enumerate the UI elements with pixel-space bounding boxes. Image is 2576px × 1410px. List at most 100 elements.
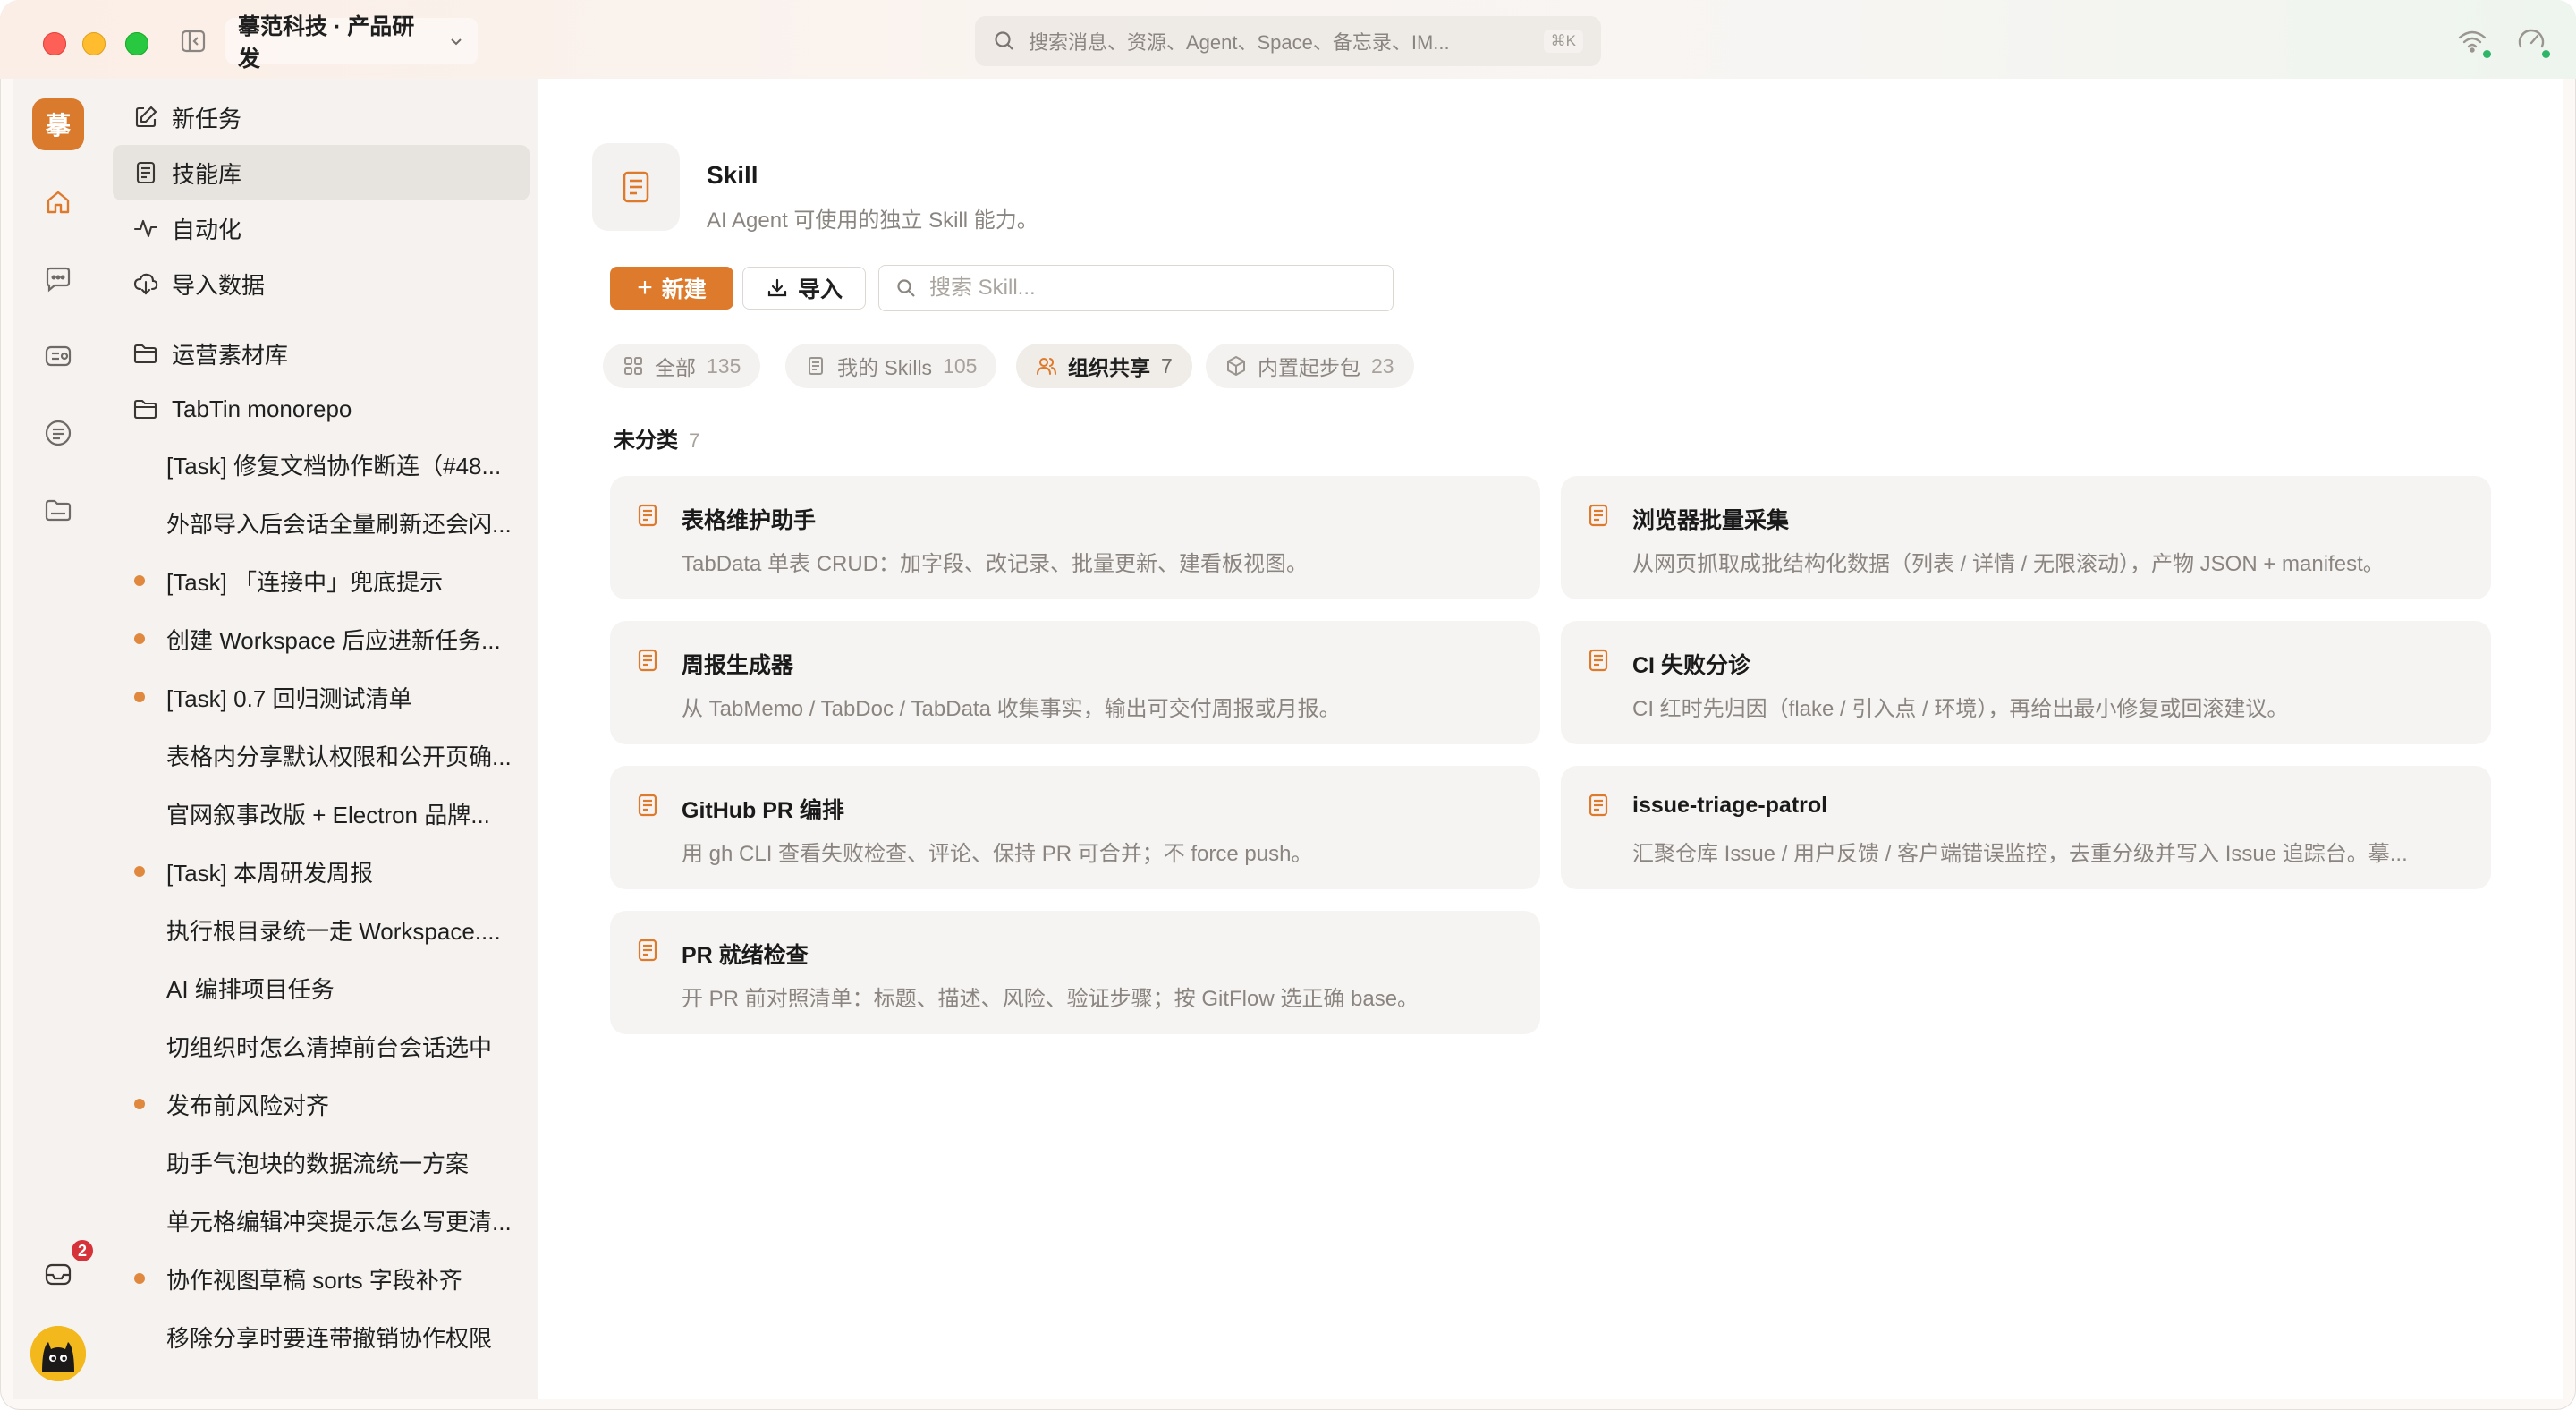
folder-label: TabTin monorepo [172, 395, 352, 422]
tab-label: 我的 Skills [837, 356, 933, 379]
task-label: 移除分享时要连带撤销协作权限 [166, 1324, 493, 1352]
task-label: 执行根目录统一走 Workspace.... [166, 917, 501, 945]
section-title-label: 未分类 [614, 429, 678, 453]
task-item[interactable]: 切组织时怎么清掉前台会话选中 [113, 1018, 530, 1074]
task-item[interactable]: 执行根目录统一走 Workspace.... [113, 902, 530, 957]
unread-dot [134, 750, 145, 760]
unread-dot [134, 692, 145, 702]
new-skill-button[interactable]: + 新建 [610, 267, 733, 310]
task-item[interactable]: 助手气泡块的数据流统一方案 [113, 1134, 530, 1190]
nav-label: 技能库 [172, 160, 242, 188]
document-list-icon[interactable] [40, 415, 76, 451]
task-item[interactable]: 发布前风险对齐 [113, 1076, 530, 1132]
skill-header-icon [592, 143, 680, 231]
nav-import-data[interactable]: 导入数据 [113, 256, 530, 311]
skill-search-field[interactable] [878, 265, 1394, 311]
nav-automation[interactable]: 自动化 [113, 200, 530, 256]
skill-doc-icon [1589, 794, 1608, 817]
skill-card[interactable]: CI 失败分诊 CI 红时先归因（flake / 引入点 / 环境），再给出最小修… [1561, 621, 2491, 744]
unread-dot [134, 1331, 145, 1342]
folder-icon [133, 344, 157, 364]
section-uncategorized: 未分类 7 [614, 422, 699, 454]
task-item[interactable]: [Task] 「连接中」兜底提示 [113, 553, 530, 608]
task-item[interactable]: 移除分享时要连带撤销协作权限 [113, 1309, 530, 1364]
unread-dot [134, 1273, 145, 1284]
users-icon [1037, 358, 1056, 375]
sync-status-dot [2542, 50, 2550, 58]
task-item[interactable]: 创建 Workspace 后应进新任务... [113, 611, 530, 667]
task-item[interactable]: 单元格编辑冲突提示怎么写更清... [113, 1193, 530, 1248]
skill-doc-icon [638, 939, 657, 962]
unread-dot [134, 1099, 145, 1109]
tab-builtin-starter[interactable]: 内置起步包 23 [1206, 344, 1414, 388]
task-item[interactable]: 外部导入后会话全量刷新还会闪... [113, 495, 530, 550]
task-item[interactable]: 官网叙事改版 + Electron 品牌... [113, 786, 530, 841]
task-label: [Task] 修复文档协作断连（#48... [166, 452, 502, 480]
plus-icon: + [637, 273, 653, 302]
home-icon[interactable] [40, 184, 76, 220]
skill-doc-icon [638, 794, 657, 817]
skill-card[interactable]: 浏览器批量采集从网页抓取成批结构化数据（列表 / 详情 / 无限滚动），产物 J… [1561, 476, 2491, 599]
tab-org-shared[interactable]: 组织共享 7 [1016, 344, 1192, 388]
task-item[interactable]: AI 编排项目任务 [113, 960, 530, 1015]
sidebar-toggle-icon[interactable] [179, 27, 208, 55]
skill-name: 浏览器批量采集 [1632, 508, 1790, 533]
tab-count: 23 [1371, 353, 1394, 378]
workspace-switcher[interactable]: 摹范科技 · 产品研发 [225, 14, 478, 72]
tab-label: 组织共享 [1068, 356, 1150, 379]
task-item[interactable]: [Task] 修复文档协作断连（#48... [113, 437, 530, 492]
tab-all[interactable]: 全部 135 [603, 344, 761, 388]
nav-new-task[interactable]: 新任务 [113, 89, 530, 145]
inbox-icon[interactable] [40, 1256, 76, 1292]
import-skill-button[interactable]: 导入 [742, 267, 866, 310]
task-label: [Task] 0.7 回归测试清单 [166, 684, 412, 712]
folder-tabtin-monorepo[interactable]: TabTin monorepo [113, 381, 530, 437]
skill-description: CI 红时先归因（flake / 引入点 / 环境），再给出最小修复或回滚建议。 [1632, 697, 2289, 721]
nav-skill-library[interactable]: 技能库 [113, 145, 530, 200]
folder-icon[interactable] [40, 492, 76, 528]
task-item[interactable]: [Task] 0.7 回归测试清单 [113, 669, 530, 725]
skill-description: 从网页抓取成批结构化数据（列表 / 详情 / 无限滚动），产物 JSON + m… [1632, 552, 2385, 576]
skill-description: 用 gh CLI 查看失败检查、评论、保持 PR 可合并；不 force pus… [682, 842, 1313, 866]
close-window-button[interactable] [43, 32, 66, 55]
tab-my-skills[interactable]: 我的 Skills 105 [785, 344, 997, 388]
search-icon [897, 279, 915, 297]
folder-ops-materials[interactable]: 运营素材库 [113, 326, 530, 381]
global-search[interactable]: 搜索消息、资源、Agent、Space、备忘录、IM... ⌘K [975, 16, 1601, 66]
skill-name: CI 失败分诊 [1632, 653, 1750, 678]
skill-card[interactable]: issue-triage-patrol 汇聚仓库 Issue / 用户反馈 / 客… [1561, 766, 2491, 889]
unread-dot [134, 1215, 145, 1226]
new-skill-label: 新建 [661, 277, 707, 302]
import-skill-label: 导入 [797, 277, 843, 302]
skill-card[interactable]: 表格维护助手 TabData 单表 CRUD：加字段、改记录、批量更新、建看板视图… [610, 476, 1540, 599]
section-count: 7 [689, 429, 700, 452]
user-avatar[interactable] [30, 1326, 86, 1381]
unread-dot [134, 866, 145, 877]
workspace-logo[interactable]: 摹 [32, 98, 84, 150]
task-label: 外部导入后会话全量刷新还会闪... [166, 510, 512, 538]
skill-name: GitHub PR 编排 [682, 798, 844, 823]
minimize-window-button[interactable] [82, 32, 106, 55]
task-label: 官网叙事改版 + Electron 品牌... [166, 801, 490, 828]
skill-card[interactable]: 周报生成器从 TabMemo / TabDoc / TabData 收集事实，输… [610, 621, 1540, 744]
task-label: 协作视图草稿 sorts 字段补齐 [166, 1266, 462, 1294]
sync-icon[interactable] [2513, 23, 2550, 59]
chevron-down-icon [451, 38, 462, 46]
task-item[interactable]: 协作视图草稿 sorts 字段补齐 [113, 1251, 530, 1306]
task-label: [Task] 本周研发周报 [166, 859, 374, 887]
chat-icon[interactable] [40, 261, 76, 297]
skill-card[interactable]: GitHub PR 编排用 gh CLI 查看失败检查、评论、保持 PR 可合并… [610, 766, 1540, 889]
skill-search-input[interactable] [929, 276, 1377, 301]
tab-count: 135 [707, 353, 741, 378]
zoom-window-button[interactable] [125, 32, 148, 55]
task-item[interactable]: [Task] 本周研发周报 [113, 844, 530, 899]
task-item[interactable]: 表格内分享默认权限和公开页确... [113, 727, 530, 783]
skill-description: 从 TabMemo / TabDoc / TabData 收集事实，输出可交付周… [682, 697, 1341, 721]
tab-count: 7 [1161, 353, 1173, 378]
skill-card[interactable]: PR 就绪检查开 PR 前对照清单：标题、描述、风险、验证步骤；按 GitFlo… [610, 911, 1540, 1034]
task-label: [Task] 「连接中」兜底提示 [166, 568, 444, 596]
wifi-icon[interactable] [2454, 23, 2491, 59]
data-table-icon[interactable] [40, 338, 76, 374]
unread-dot [134, 517, 145, 528]
document-icon [809, 357, 823, 375]
